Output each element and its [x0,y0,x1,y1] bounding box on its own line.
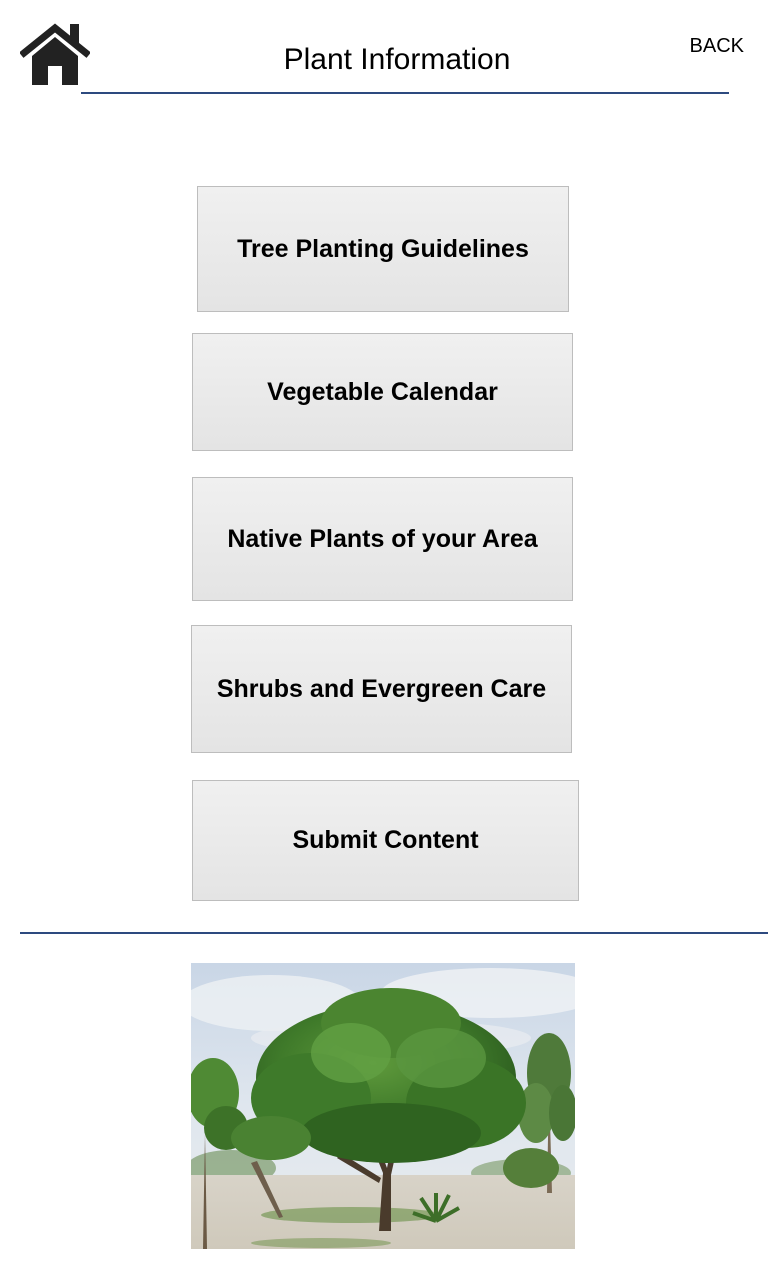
tree-photo [191,963,575,1249]
plant-information-screen: Plant Information BACK Tree Planting Gui… [0,0,768,1280]
footer-divider [20,932,768,934]
shrubs-evergreen-care-button[interactable]: Shrubs and Evergreen Care [191,625,572,753]
native-plants-button[interactable]: Native Plants of your Area [192,477,573,601]
submit-content-button[interactable]: Submit Content [192,780,579,901]
header-divider [81,92,729,94]
vegetable-calendar-button[interactable]: Vegetable Calendar [192,333,573,451]
page-title: Plant Information [283,43,511,76]
tree-planting-guidelines-button[interactable]: Tree Planting Guidelines [197,186,569,312]
back-button[interactable]: BACK [690,35,744,58]
